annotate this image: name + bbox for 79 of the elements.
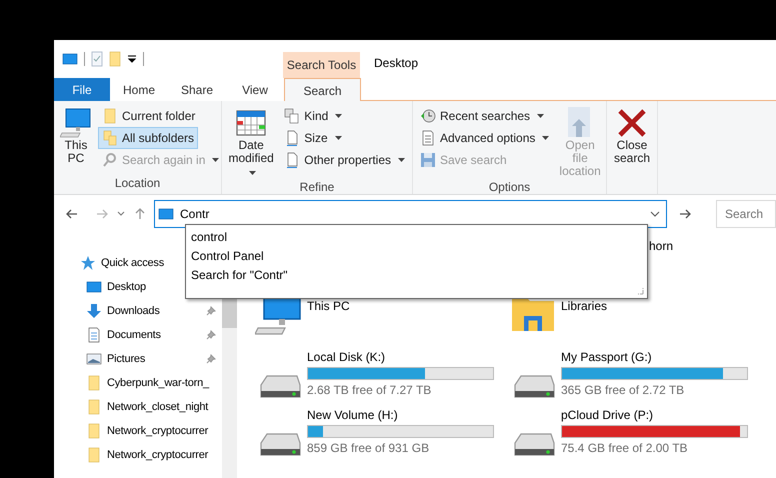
ribbon-button[interactable]: Advanced options	[416, 127, 554, 149]
free-space-text: 859 GB free of 931 GB	[307, 441, 430, 455]
ribbon-button[interactable]: All subfolders	[98, 127, 198, 149]
file-tab[interactable]: File	[54, 78, 110, 101]
folder-icon	[86, 423, 102, 439]
ribbon-button[interactable]: Size	[280, 127, 346, 149]
checkmark-document-icon[interactable]	[91, 51, 103, 67]
caret-icon[interactable]	[542, 136, 550, 140]
folder-icon	[86, 375, 102, 391]
context-tab-header: Search Tools	[283, 52, 360, 78]
folder-tile[interactable]: Libraries	[509, 289, 763, 341]
caret-icon[interactable]	[335, 114, 342, 118]
nav-item[interactable]: Downloads	[54, 299, 222, 323]
picture-icon	[86, 351, 102, 367]
drive-tile[interactable]: New Volume (H:) 859 GB free of 931 GB	[255, 405, 509, 457]
free-space-text: 75.4 GB free of 2.00 TB	[561, 441, 689, 455]
drive-tile[interactable]: pCloud Drive (P:) 75.4 GB free of 2.00 TB	[509, 405, 763, 457]
suggestion-item[interactable]: Search for "Contr"	[191, 265, 642, 284]
documents-icon	[284, 108, 300, 124]
folder-icon	[86, 399, 102, 415]
ribbon-button[interactable]: Date modified	[225, 105, 278, 180]
up-arrow-icon[interactable]	[134, 208, 146, 220]
down-arrow-icon	[86, 303, 102, 319]
caret-icon[interactable]	[537, 114, 544, 118]
nav-item[interactable]: Network_cryptocurrer	[54, 443, 222, 467]
window-title: Desktop	[374, 56, 418, 70]
item-name: This PC	[307, 299, 350, 313]
desktop-icon	[86, 279, 102, 295]
ribbon-button[interactable]: Kind	[280, 105, 346, 127]
clock-icon	[420, 108, 436, 124]
drive-tile[interactable]: Local Disk (K:) 2.68 TB free of 7.27 TB	[255, 347, 509, 399]
group-label: Refine	[300, 180, 334, 194]
folder-icon	[102, 108, 118, 124]
right-arrow-icon[interactable]	[679, 208, 692, 220]
magnifier-icon	[102, 152, 118, 168]
customize-caret-icon[interactable]	[127, 54, 137, 64]
ribbon-button[interactable]: Close search	[610, 105, 654, 167]
desktop-icon	[62, 51, 78, 67]
desktop-icon	[158, 206, 174, 222]
item-name: Libraries	[561, 299, 608, 313]
free-space-text: 2.68 TB free of 7.27 TB	[307, 383, 432, 397]
computer-icon	[60, 107, 92, 139]
ribbon-button[interactable]: Other properties	[280, 149, 409, 171]
nav-item[interactable]: Cyberpunk_war-torn_	[54, 371, 222, 395]
caret-icon[interactable]	[117, 210, 125, 218]
drive-name: New Volume (H:)	[307, 408, 399, 422]
suggestion-item[interactable]: control	[191, 227, 642, 246]
back-arrow-icon[interactable]	[66, 208, 78, 220]
group-label: Options	[488, 180, 530, 194]
star-icon	[80, 255, 96, 271]
document-icon	[86, 327, 102, 343]
nav-item[interactable]: Network_closet_night	[54, 395, 222, 419]
caret-icon[interactable]	[334, 136, 342, 140]
drive-name: My Passport (G:)	[561, 350, 653, 364]
drive-tile[interactable]: My Passport (G:) 365 GB free of 2.72 TB	[509, 347, 763, 399]
folder-icon	[86, 447, 102, 463]
drive-name: pCloud Drive (P:)	[561, 408, 654, 422]
free-space-text: 365 GB free of 2.72 TB	[561, 383, 686, 397]
ribbon-button[interactable]: Current folder	[98, 105, 200, 127]
caret-icon[interactable]	[398, 158, 405, 162]
item-label: horn	[649, 239, 674, 253]
ribbon-button[interactable]: Recent searches	[416, 105, 548, 127]
group-label: Location	[114, 176, 160, 192]
list-icon	[420, 130, 436, 146]
ribbon-button[interactable]: This PC	[57, 105, 95, 167]
folders-icon	[102, 130, 118, 146]
nav-item[interactable]: Network_cryptocurrer	[54, 419, 222, 443]
document-icon	[284, 130, 300, 146]
close-icon	[616, 107, 648, 139]
nav-item[interactable]: Pictures	[54, 347, 222, 371]
resize-grip-icon[interactable]	[636, 287, 644, 295]
caret-icon[interactable]	[650, 210, 660, 218]
drive-name: Local Disk (K:)	[307, 350, 386, 364]
nav-item[interactable]: Documents	[54, 323, 222, 347]
caret-icon[interactable]	[249, 171, 256, 175]
ribbon-tab[interactable]: Search	[284, 78, 361, 102]
search-field[interactable]: Search	[716, 200, 776, 228]
suggestion-item[interactable]: Control Panel	[191, 246, 642, 265]
document-icon	[284, 152, 300, 168]
